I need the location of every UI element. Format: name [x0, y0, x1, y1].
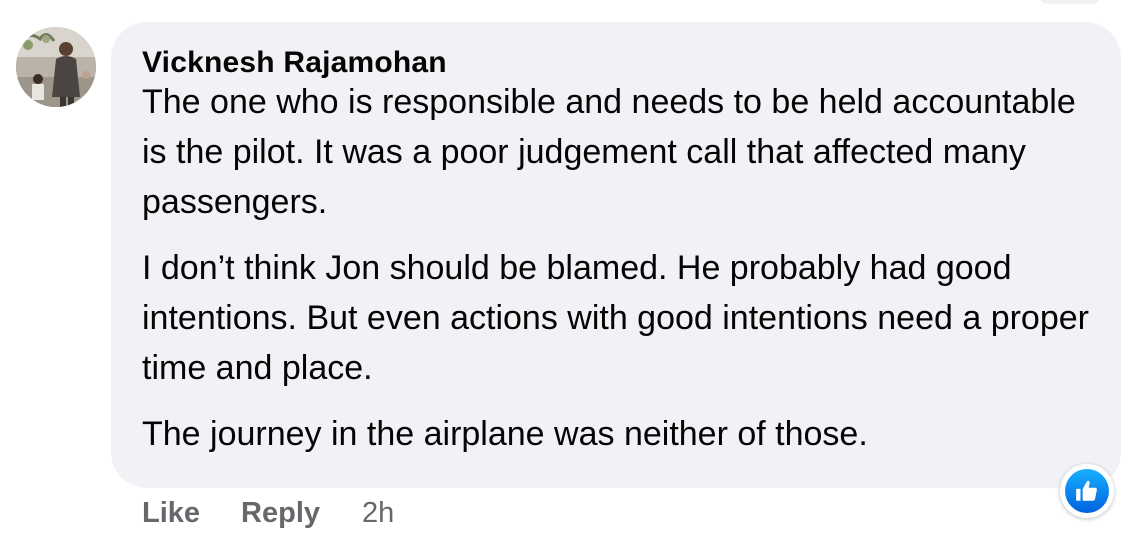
previous-comment-reaction-cropped: [1040, 0, 1100, 4]
previous-comment-actions-cropped: [150, 0, 157, 4]
comment-actions: Like Reply 2h: [142, 493, 394, 533]
comment-bubble: Vicknesh Rajamohan The one who is respon…: [111, 22, 1121, 488]
reply-button[interactable]: Reply: [241, 497, 320, 530]
comment-paragraph: The one who is responsible and needs to …: [142, 83, 1076, 221]
avatar[interactable]: [16, 27, 96, 107]
reaction-badge[interactable]: [1060, 464, 1114, 518]
comment-timestamp[interactable]: 2h: [362, 497, 394, 530]
like-icon: [1065, 469, 1109, 513]
like-button[interactable]: Like: [142, 497, 200, 530]
comment-paragraph: The journey in the airplane was neither …: [142, 415, 868, 453]
comment-author-name[interactable]: Vicknesh Rajamohan: [142, 45, 1091, 81]
comment-paragraph: I don’t think Jon should be blamed. He p…: [142, 249, 1089, 387]
